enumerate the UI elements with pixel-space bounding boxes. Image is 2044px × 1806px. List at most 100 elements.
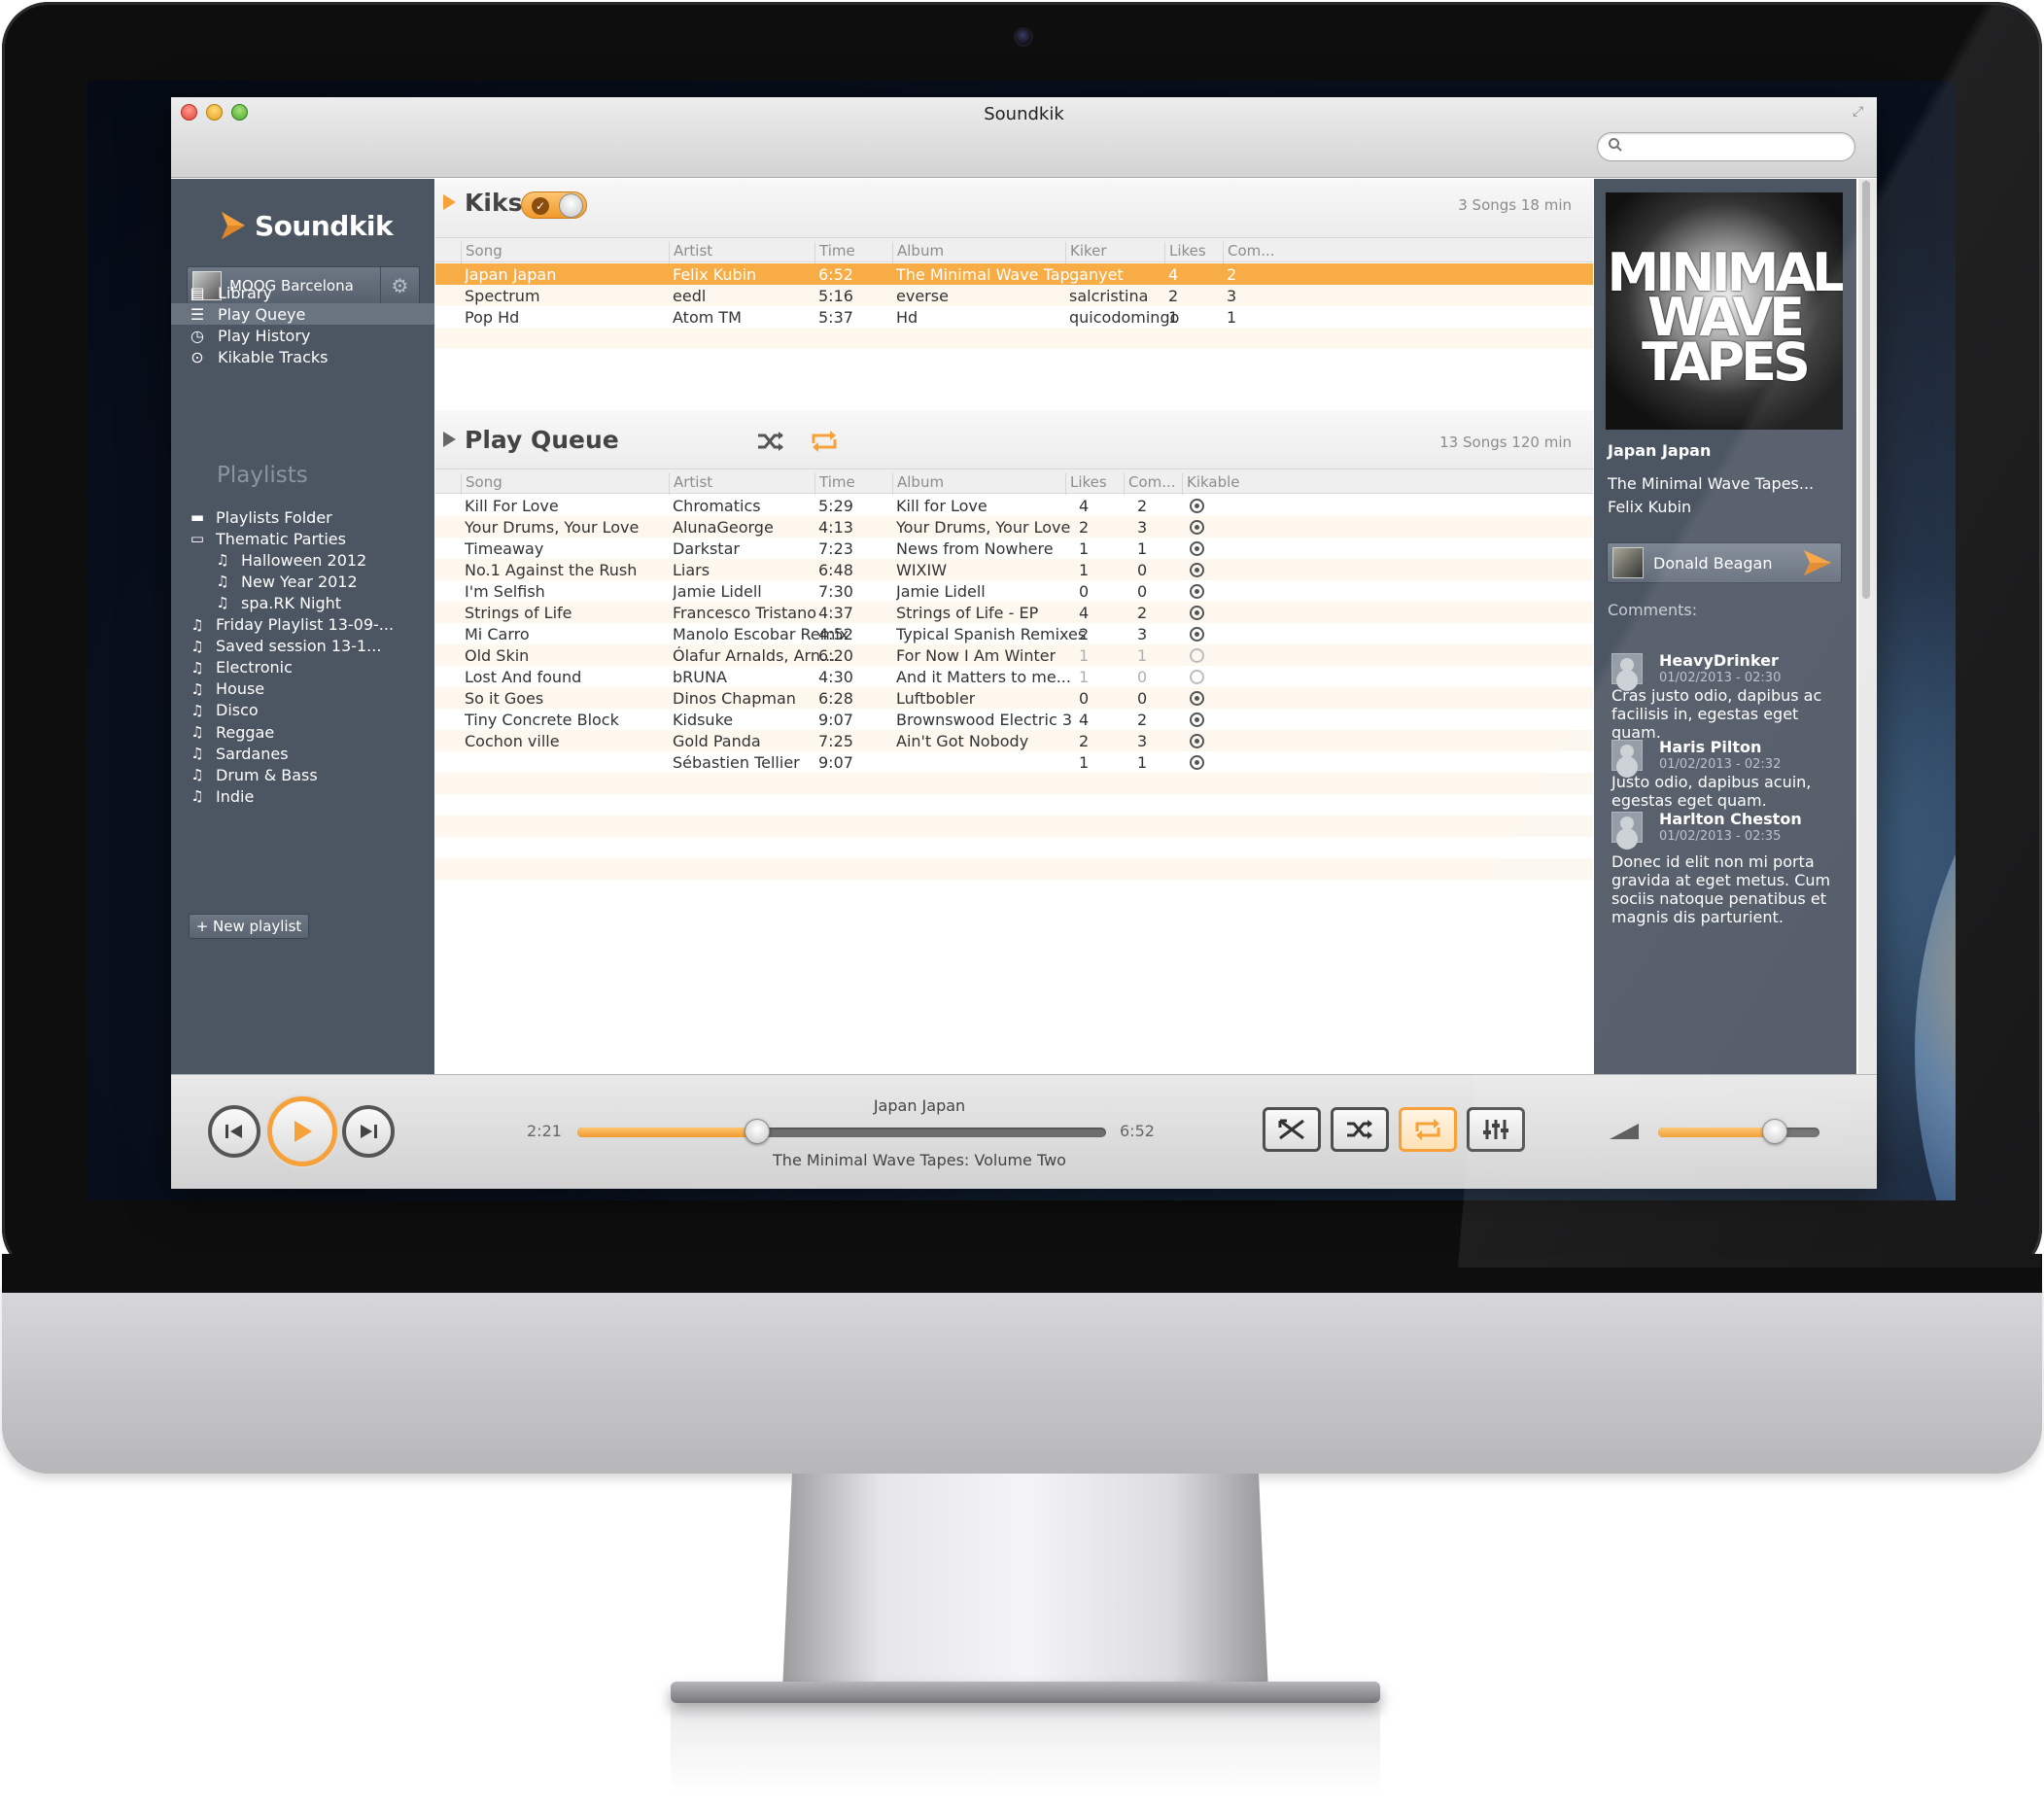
comment-author[interactable]: HeavyDrinker <box>1659 651 1779 670</box>
playlist-item[interactable]: ♫ spa.RK Night <box>171 592 434 613</box>
column-header[interactable]: Com... <box>1124 473 1176 497</box>
kikable-radio[interactable] <box>1190 606 1204 620</box>
playlist-item[interactable]: ♫ Reggae <box>171 721 434 743</box>
playlist-item[interactable]: ▬ Playlists Folder <box>171 506 434 528</box>
nav-item-play-history[interactable]: ◷ Play History <box>171 325 434 346</box>
shuffle-icon[interactable] <box>756 430 785 453</box>
kikable-radio[interactable] <box>1190 734 1204 748</box>
kikable-radio[interactable] <box>1190 563 1204 577</box>
column-header[interactable]: Artist <box>669 473 712 497</box>
table-row[interactable]: Lost And found bRUNA 4:30 And it Matters to… <box>435 666 1593 687</box>
playlist-item[interactable]: ▭ Thematic Parties <box>171 528 434 549</box>
repeat-icon[interactable] <box>809 430 840 453</box>
playlist-item[interactable]: ♫ House <box>171 678 434 700</box>
column-header[interactable]: Album <box>892 242 944 265</box>
table-row[interactable]: Old Skin Ólafur Arnalds, Arn... 6:20 For No… <box>435 644 1593 666</box>
playlist-item[interactable]: ♫ Saved session 13-1... <box>171 636 434 657</box>
nav-item-library[interactable]: ▤ Library <box>171 282 434 303</box>
table-row[interactable]: Pop Hd Atom TM 5:37 Hd quicodomingo 1 1 <box>435 306 1593 328</box>
volume-icon <box>1610 1124 1639 1139</box>
repeat-button[interactable] <box>1399 1107 1457 1152</box>
table-row[interactable]: Timeaway Darkstar 7:23 News from Nowhere 1 1 <box>435 538 1593 559</box>
progress-knob[interactable] <box>744 1119 770 1144</box>
scrollbar-thumb[interactable] <box>1862 181 1870 599</box>
table-row[interactable]: Cochon ville Gold Panda 7:25 Ain't Got Nobo… <box>435 730 1593 751</box>
playlist-label: Drum & Bass <box>216 765 318 784</box>
playlist-item[interactable]: ♫ Electronic <box>171 657 434 678</box>
comment-author[interactable]: Harlton Cheston <box>1659 810 1802 828</box>
cell-time: 6:28 <box>818 689 853 708</box>
column-header[interactable]: Time <box>814 242 855 265</box>
play-triangle-icon[interactable] <box>443 194 456 210</box>
column-header[interactable]: Song <box>461 242 502 265</box>
table-row[interactable]: Tiny Concrete Block Kidsuke 9:07 Brownswood… <box>435 709 1593 730</box>
playlist-item[interactable]: ♫ Disco <box>171 700 434 721</box>
volume-slider[interactable] <box>1658 1119 1819 1144</box>
kikable-radio[interactable] <box>1190 691 1204 706</box>
table-row[interactable]: No.1 Against the Rush Liars 6:48 WIXIW 1 0 <box>435 559 1593 580</box>
playlist-item[interactable]: ♫ New Year 2012 <box>171 571 434 592</box>
playlists-header: Playlists <box>217 463 308 488</box>
column-header[interactable]: Com... <box>1223 242 1275 265</box>
play-triangle-icon[interactable] <box>443 432 456 447</box>
table-row[interactable]: So it Goes Dinos Chapman 6:28 Luftbobler 0 0 <box>435 687 1593 709</box>
shuffle-button[interactable] <box>1331 1107 1389 1152</box>
playlist-item[interactable]: ♫ Indie <box>171 785 434 807</box>
table-row[interactable]: Strings of Life Francesco Tristano 4:37 Str… <box>435 602 1593 623</box>
nav-item-kikable-tracks[interactable]: ⊙ Kikable Tracks <box>171 346 434 367</box>
table-row[interactable]: Kill For Love Chromatics 5:29 Kill for Love… <box>435 495 1593 516</box>
playlist-item[interactable]: ♫ Drum & Bass <box>171 764 434 785</box>
column-header[interactable]: Artist <box>669 242 712 265</box>
crossfade-button[interactable] <box>1263 1107 1321 1152</box>
table-row[interactable]: Mi Carro Manolo Escobar Remix 4:52 Typical … <box>435 623 1593 644</box>
table-row[interactable]: Your Drums, Your Love AlunaGeorge 4:13 Your… <box>435 516 1593 538</box>
kikable-radio[interactable] <box>1190 755 1204 770</box>
cell-kiker: quicodomingo <box>1069 308 1180 327</box>
kikable-radio[interactable] <box>1190 670 1204 684</box>
playlist-item[interactable]: ♫ Halloween 2012 <box>171 549 434 571</box>
column-header[interactable]: Likes <box>1164 242 1206 265</box>
comment-author[interactable]: Haris Pilton <box>1659 738 1761 756</box>
volume-knob[interactable] <box>1761 1119 1787 1144</box>
main-content: Kiks ✓ 3 Songs 18 min Song Artist Time Albu… <box>435 179 1593 1074</box>
search-input[interactable] <box>1597 132 1855 161</box>
table-row[interactable]: I'm Selfish Jamie Lidell 7:30 Jamie Lidell 0… <box>435 580 1593 602</box>
kikable-radio[interactable] <box>1190 648 1204 663</box>
column-header[interactable]: Time <box>814 473 855 497</box>
playlist-item[interactable]: ♫ Sardanes <box>171 743 434 764</box>
table-row[interactable]: Japan Japan Felix Kubin 6:52 The Minimal Wa… <box>435 263 1593 285</box>
play-button[interactable] <box>267 1096 337 1166</box>
nav-item-label: Library <box>218 283 272 302</box>
kiks-toggle[interactable]: ✓ <box>521 191 587 219</box>
kikable-radio[interactable] <box>1190 627 1204 642</box>
new-playlist-button[interactable]: + New playlist <box>189 914 309 939</box>
kikable-radio[interactable] <box>1190 520 1204 535</box>
fullscreen-icon[interactable]: ⤢ <box>1853 104 1868 120</box>
kikable-radio[interactable] <box>1190 712 1204 727</box>
equalizer-button[interactable] <box>1467 1107 1525 1152</box>
kikable-radio[interactable] <box>1190 499 1204 513</box>
kikable-radio[interactable] <box>1190 584 1204 599</box>
playlist-label: Disco <box>216 701 259 720</box>
nav-item-play-queye[interactable]: ☰ Play Queye <box>171 303 434 325</box>
previous-button[interactable] <box>208 1105 260 1158</box>
cell-song: Kill For Love <box>465 497 559 515</box>
kikable-radio[interactable] <box>1190 541 1204 556</box>
playlist-item[interactable]: ♫ Friday Playlist 13-09-... <box>171 614 434 636</box>
next-button[interactable] <box>342 1105 395 1158</box>
column-header[interactable]: Kiker <box>1065 242 1107 265</box>
playlist-icon: ♫ <box>191 766 204 784</box>
column-header[interactable]: Kikable <box>1182 473 1240 497</box>
playlist-icon: ♫ <box>191 701 204 719</box>
playlist-icon: ♫ <box>191 637 204 655</box>
logo: Soundkik <box>220 206 394 245</box>
scrollbar[interactable] <box>1858 179 1877 1074</box>
column-header[interactable]: Song <box>461 473 502 497</box>
progress-bar[interactable] <box>577 1119 1106 1144</box>
column-header[interactable]: Likes <box>1065 473 1107 497</box>
kiker-card[interactable]: Donald Beagan <box>1607 542 1842 583</box>
table-row[interactable]: Sébastien Tellier 9:07 1 1 <box>435 751 1593 773</box>
column-header[interactable]: Album <box>892 473 944 497</box>
table-row[interactable]: Spectrum eedl 5:16 everse salcristina 2 3 <box>435 285 1593 306</box>
kik-icon[interactable] <box>1800 548 1833 577</box>
